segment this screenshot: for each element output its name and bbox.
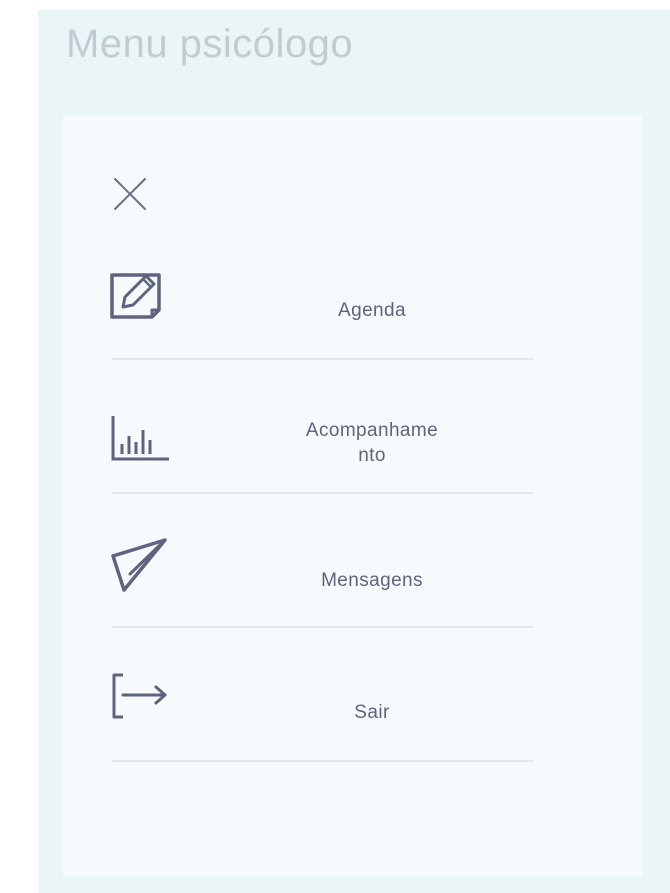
menu-item-agenda[interactable]: Agenda (110, 260, 533, 360)
menu-divider (112, 492, 533, 494)
edit-note-icon (110, 270, 172, 330)
paper-plane-icon (110, 536, 172, 596)
close-button[interactable] (112, 176, 148, 212)
menu-item-sair[interactable]: Sair (112, 662, 533, 762)
menu-divider (112, 760, 533, 762)
menu-item-mensagens[interactable]: Mensagens (110, 528, 533, 628)
menu-divider (112, 358, 533, 360)
page-title: Menu psicólogo (66, 22, 354, 66)
logout-icon (110, 672, 172, 732)
menu-item-label: Mensagens (321, 570, 423, 591)
menu-item-acompanhamento[interactable]: Acompanhame nto (110, 394, 533, 494)
bar-chart-icon (110, 414, 172, 474)
menu-item-label: Sair (354, 702, 390, 723)
menu-item-label: Agenda (338, 300, 406, 321)
menu-item-label: Acompanhame nto (305, 420, 439, 466)
menu-divider (112, 626, 533, 628)
close-icon (114, 178, 146, 210)
